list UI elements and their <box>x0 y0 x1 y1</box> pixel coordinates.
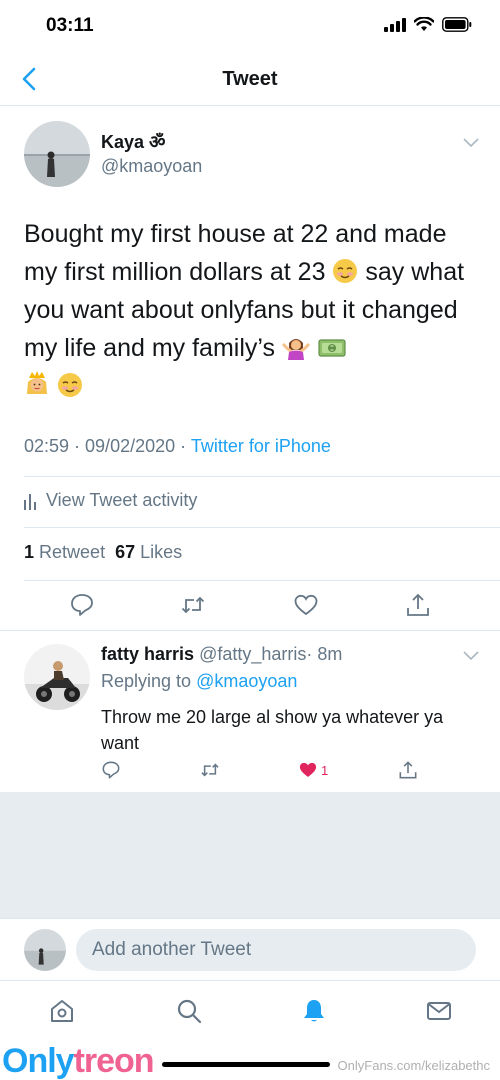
replying-prefix: Replying to <box>101 671 197 691</box>
status-bar: 03:11 <box>0 0 500 52</box>
likes-label[interactable]: Likes <box>140 542 182 562</box>
signal-icon <box>384 17 406 32</box>
reply-author-avatar[interactable] <box>24 644 90 710</box>
wifi-icon <box>414 17 434 31</box>
footer: Onlytreon OnlyFans.com/kelizabethc <box>0 1040 500 1080</box>
brand-logo-part-2: treon <box>73 1042 155 1080</box>
money-with-wings-emoji-icon <box>318 339 346 357</box>
chevron-down-icon[interactable] <box>463 138 479 148</box>
smiling-face-emoji-icon <box>333 259 358 283</box>
page-title: Tweet <box>222 68 278 90</box>
person-shrugging-emoji-icon <box>281 339 310 360</box>
add-tweet-input[interactable] <box>76 929 476 971</box>
status-icons <box>384 17 472 32</box>
reply-like-count: 1 <box>321 763 329 778</box>
view-tweet-activity-link[interactable]: View Tweet activity <box>24 490 197 511</box>
divider <box>24 580 500 581</box>
reply-header: fatty harris @fatty_harris· 8m <box>101 644 342 665</box>
tweet-timestamp: 02:59 · 09/02/2020 · <box>24 436 191 456</box>
author-name[interactable]: Kaya ॐ <box>101 130 165 154</box>
compose-bar <box>0 918 500 980</box>
brand-logo: Onlytreon <box>2 1042 155 1080</box>
author-avatar[interactable] <box>24 121 90 187</box>
like-heart-icon[interactable] <box>293 592 319 618</box>
retweet-icon[interactable] <box>180 592 206 618</box>
retweet-count[interactable]: 1 <box>24 542 34 562</box>
status-time: 03:11 <box>46 15 94 36</box>
reply-text: Throw me 20 large al show ya whatever ya… <box>101 707 444 753</box>
tweet-text: Bought my first house at 22 and made my … <box>24 215 484 405</box>
activity-label: View Tweet activity <box>46 490 198 510</box>
reply-time: · 8m <box>306 644 343 664</box>
reply-author-handle[interactable]: @fatty_harris <box>199 644 306 664</box>
watermark-text: OnlyFans.com/kelizabethc <box>337 1058 490 1073</box>
reply-icon[interactable] <box>69 592 95 618</box>
reply-author-name[interactable]: fatty harris <box>101 644 194 664</box>
reply-reply-icon[interactable] <box>101 760 121 780</box>
divider <box>24 527 500 528</box>
retweet-label[interactable]: Retweet <box>39 542 105 562</box>
author-handle[interactable]: @kmaoyoan <box>101 156 202 177</box>
reply-actions <box>0 760 500 782</box>
divider <box>24 476 500 477</box>
tweet-source-link[interactable]: Twitter for iPhone <box>191 436 331 456</box>
home-icon[interactable] <box>48 997 76 1025</box>
divider <box>0 630 500 631</box>
messages-envelope-icon[interactable] <box>425 997 453 1025</box>
princess-emoji-icon <box>27 371 47 394</box>
battery-icon <box>442 17 472 32</box>
brand-logo-part-1: Only <box>2 1042 75 1080</box>
tab-bar <box>0 980 500 1040</box>
reply-share-icon[interactable] <box>398 760 418 780</box>
reply-chevron-down-icon[interactable] <box>463 651 479 661</box>
share-icon[interactable] <box>405 592 431 618</box>
navigation-bar: Tweet <box>0 52 500 106</box>
empty-area <box>0 792 500 918</box>
like-count[interactable]: 67 <box>115 542 135 562</box>
reply-retweet-icon[interactable] <box>200 760 220 780</box>
compose-avatar <box>24 929 66 971</box>
notifications-bell-icon[interactable] <box>300 997 328 1025</box>
replying-to-handle[interactable]: @kmaoyoan <box>196 671 297 691</box>
smiling-face-emoji-icon-2 <box>57 373 82 397</box>
tweet-stats: 1 Retweet 67 Likes <box>24 542 182 563</box>
tweet-actions <box>0 592 500 622</box>
reply-like-heart-filled-icon[interactable] <box>298 760 318 780</box>
home-indicator[interactable] <box>162 1062 330 1067</box>
search-icon[interactable] <box>175 997 203 1025</box>
activity-bars-icon <box>24 493 36 510</box>
replying-to: Replying to @kmaoyoan <box>101 671 297 692</box>
tweet-metadata: 02:59 · 09/02/2020 · Twitter for iPhone <box>24 436 331 457</box>
